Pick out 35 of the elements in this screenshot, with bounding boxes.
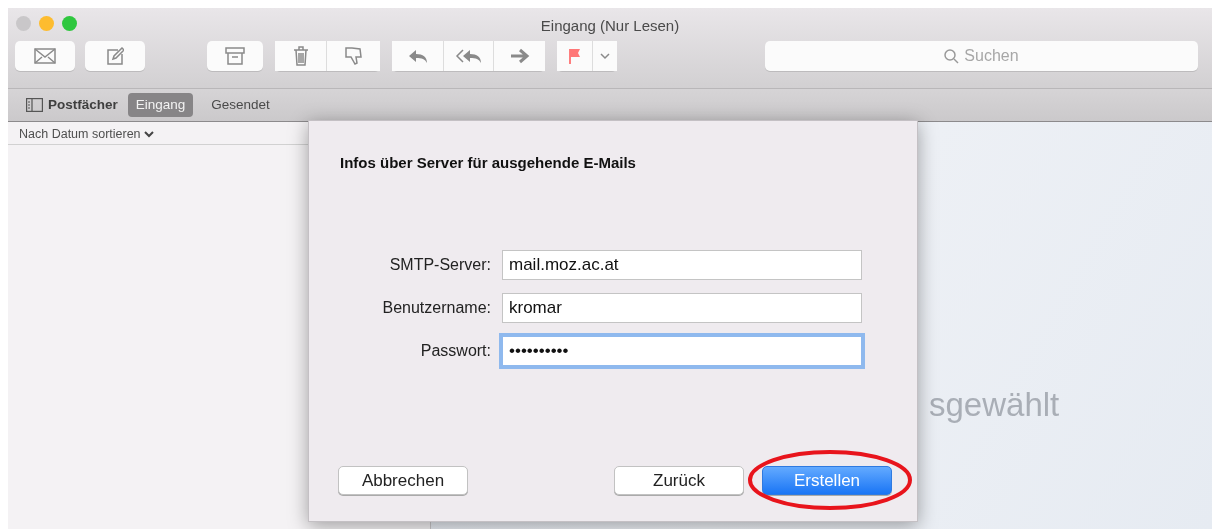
archive-button[interactable] [207, 41, 263, 71]
cancel-button[interactable]: Abbrechen [338, 466, 468, 495]
delete-button[interactable] [275, 41, 327, 71]
input-field[interactable]: kromar [502, 293, 862, 323]
window-control-button[interactable] [62, 16, 77, 31]
field-label: Benutzername: [381, 298, 491, 318]
compose-icon [106, 47, 124, 65]
field-label: SMTP-Server: [388, 255, 491, 275]
flag-button[interactable] [557, 41, 593, 71]
chevron-down-icon [144, 131, 155, 139]
new-message-button[interactable] [15, 41, 75, 71]
window-title: Eingang (Nur Lesen) [540, 16, 680, 36]
reply-button[interactable] [392, 41, 444, 71]
trash-icon [292, 46, 309, 66]
arrow-right-icon [508, 48, 531, 64]
flag-icon [567, 48, 582, 64]
sort-menu[interactable]: Nach Datum sortieren [19, 125, 155, 144]
reply-all-icon [454, 48, 483, 64]
dialog-title: Infos über Server für ausgehende E-Mails [340, 153, 636, 173]
thumbs-down-icon [343, 46, 364, 66]
archive-icon [225, 47, 245, 65]
compose-button[interactable] [85, 41, 145, 71]
preview-placeholder-text: sgewählt [929, 385, 1060, 425]
input-field[interactable]: mail.moz.ac.at [502, 250, 862, 280]
caret-icon [600, 52, 610, 60]
window-control-button[interactable] [39, 16, 54, 31]
sidebar-icon [26, 98, 43, 112]
mailbox-tab[interactable]: Gesendet [203, 92, 278, 118]
window-control-button[interactable] [16, 16, 31, 31]
back-button[interactable]: Zurück [614, 466, 744, 495]
mailboxes-button[interactable]: Postfächer [26, 94, 118, 116]
search-icon [944, 48, 960, 64]
input-field[interactable]: •••••••••• [502, 336, 862, 366]
envelope-icon [34, 48, 56, 64]
field-label: Passwort: [419, 341, 491, 361]
